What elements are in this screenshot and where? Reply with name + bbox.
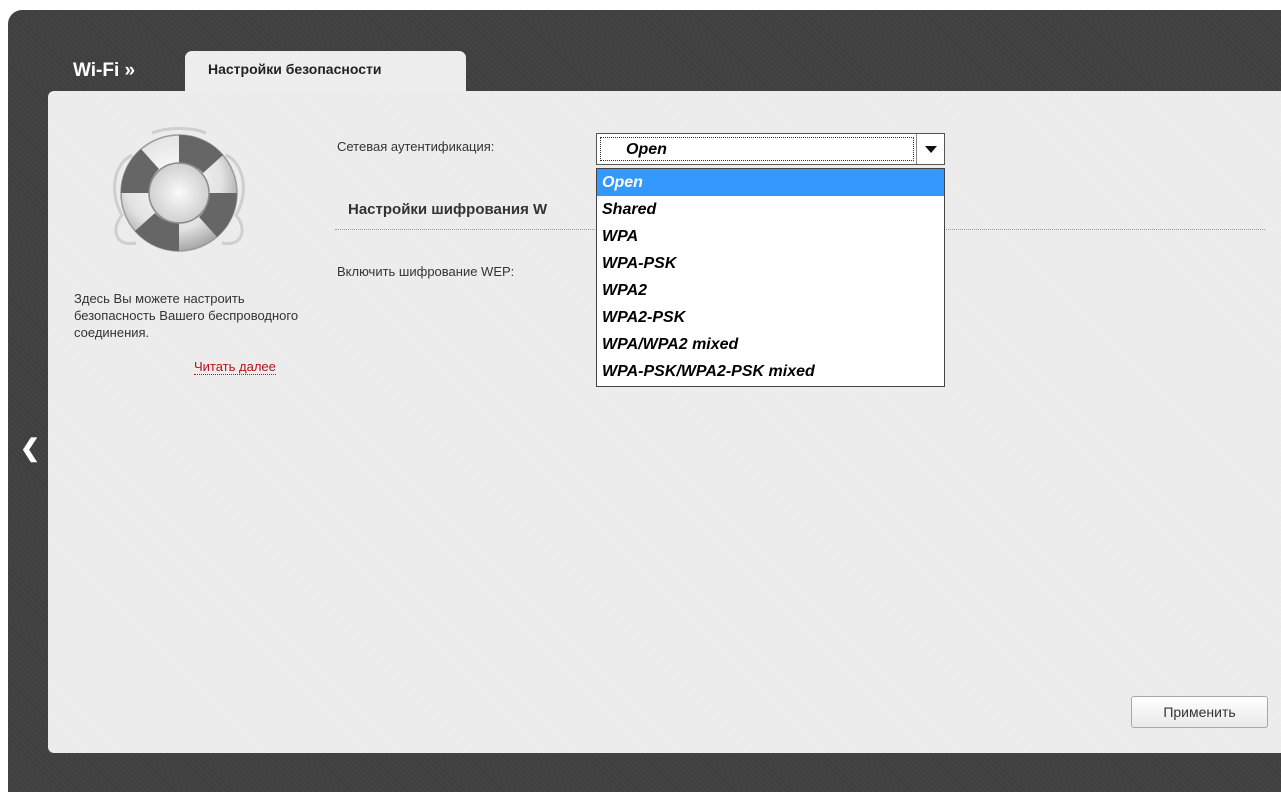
encryption-section-title: Настройки шифрования W [348,201,548,218]
breadcrumb[interactable]: Wi-Fi » [73,60,135,82]
lifebuoy-icon [113,127,245,252]
read-more-link[interactable]: Читать далее [194,359,276,375]
option-wpa2-psk[interactable]: WPA2-PSK [597,304,944,331]
caret-down-icon [925,146,937,153]
chevron-left-icon[interactable]: ❮ [20,437,40,461]
option-wpa2[interactable]: WPA2 [597,277,944,304]
option-wpa[interactable]: WPA [597,223,944,250]
option-wpa-psk[interactable]: WPA-PSK [597,250,944,277]
auth-options-list: Open Shared WPA WPA-PSK WPA2 WPA2-PSK WP… [596,168,945,387]
option-open[interactable]: Open [597,169,944,196]
tab-security-settings[interactable]: Настройки безопасности [185,51,466,93]
auth-label: Сетевая аутентификация: [337,139,495,154]
wep-label: Включить шифрование WEP: [337,264,515,279]
auth-select[interactable]: Open [596,133,945,165]
apply-button[interactable]: Применить [1131,696,1268,728]
dropdown-button[interactable] [916,134,944,164]
option-wpa-wpa2-mixed[interactable]: WPA/WPA2 mixed [597,331,944,358]
option-wpa-psk-wpa2-psk-mixed[interactable]: WPA-PSK/WPA2-PSK mixed [597,358,944,385]
option-shared[interactable]: Shared [597,196,944,223]
help-text: Здесь Вы можете настроить безопасность В… [74,291,299,340]
auth-select-value: Open [626,141,667,158]
tab-label: Настройки безопасности [208,61,382,77]
